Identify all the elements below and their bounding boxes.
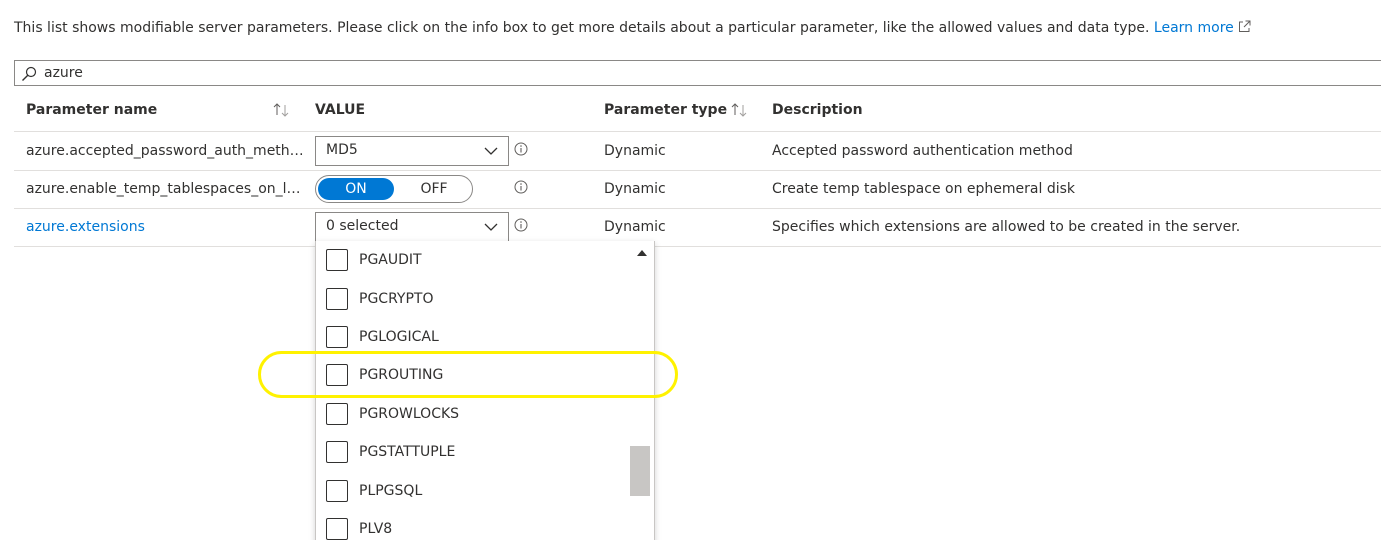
parameter-description: Create temp tablespace on ephemeral disk xyxy=(772,181,1076,197)
option-label: PLPGSQL xyxy=(359,483,423,499)
scroll-up-arrow-icon[interactable] xyxy=(636,249,648,257)
chevron-down-icon xyxy=(484,147,498,155)
search-box[interactable] xyxy=(14,60,1381,86)
info-icon[interactable] xyxy=(514,218,528,232)
list-item[interactable]: PGROWLOCKS xyxy=(326,403,626,429)
list-item[interactable]: PGLOGICAL xyxy=(326,326,626,352)
chevron-down-icon xyxy=(484,223,498,231)
list-item[interactable]: PGCRYPTO xyxy=(326,288,626,314)
checkbox[interactable] xyxy=(326,326,348,348)
option-label: PGROUTING xyxy=(359,367,444,383)
sort-icon[interactable] xyxy=(271,102,291,118)
column-header-parameter-type[interactable]: Parameter type xyxy=(604,102,727,118)
sort-icon[interactable] xyxy=(729,102,749,118)
table-row: azure.accepted_password_auth_method MD5 … xyxy=(14,132,1381,171)
learn-more-link[interactable]: Learn more xyxy=(1154,20,1251,36)
parameter-name: azure.accepted_password_auth_method xyxy=(26,143,304,159)
checkbox[interactable] xyxy=(326,288,348,310)
parameter-name-link[interactable]: azure.extensions xyxy=(26,219,304,235)
list-item[interactable]: PGROUTING xyxy=(326,364,626,390)
external-link-icon xyxy=(1238,20,1251,32)
scrollbar[interactable] xyxy=(628,241,654,540)
list-item[interactable]: PGAUDIT xyxy=(326,249,626,275)
parameter-name: azure.enable_temp_tablespaces_on_lo... xyxy=(26,181,304,197)
intro-description: This list shows modifiable server parame… xyxy=(14,20,1150,36)
column-header-parameter-name[interactable]: Parameter name xyxy=(26,102,157,118)
info-icon[interactable] xyxy=(514,142,528,156)
dropdown-value: 0 selected xyxy=(326,218,399,234)
server-parameters-page: This list shows modifiable server parame… xyxy=(0,0,1381,540)
checkbox[interactable] xyxy=(326,403,348,425)
toggle-off-option[interactable]: OFF xyxy=(400,178,468,200)
checkbox[interactable] xyxy=(326,518,348,540)
option-label: PGAUDIT xyxy=(359,252,422,268)
option-label: PGSTATTUPLE xyxy=(359,444,456,460)
search-input[interactable] xyxy=(44,63,1344,83)
option-label: PGCRYPTO xyxy=(359,291,434,307)
checkbox[interactable] xyxy=(326,364,348,386)
temp-tablespaces-toggle[interactable]: ON OFF xyxy=(315,175,473,203)
list-item[interactable]: PLV8 xyxy=(326,518,626,540)
intro-text: This list shows modifiable server parame… xyxy=(14,20,1251,36)
auth-method-dropdown[interactable]: MD5 xyxy=(315,136,509,166)
info-icon[interactable] xyxy=(514,180,528,194)
list-item[interactable]: PLPGSQL xyxy=(326,480,626,506)
checkbox[interactable] xyxy=(326,249,348,271)
option-label: PGROWLOCKS xyxy=(359,406,460,422)
dropdown-value: MD5 xyxy=(326,142,358,158)
checkbox[interactable] xyxy=(326,441,348,463)
parameter-type: Dynamic xyxy=(604,143,666,159)
search-icon xyxy=(22,66,37,81)
table-row: azure.extensions 0 selected Dynamic Spec… xyxy=(14,208,1381,247)
parameter-description: Specifies which extensions are allowed t… xyxy=(772,219,1241,235)
parameter-description: Accepted password authentication method xyxy=(772,143,1073,159)
scrollbar-thumb[interactable] xyxy=(630,446,650,496)
list-item[interactable]: PGSTATTUPLE xyxy=(326,441,626,467)
table-row: azure.enable_temp_tablespaces_on_lo... O… xyxy=(14,170,1381,209)
checkbox[interactable] xyxy=(326,480,348,502)
toggle-on-option[interactable]: ON xyxy=(318,178,394,200)
extensions-dropdown[interactable]: 0 selected xyxy=(315,212,509,242)
column-header-description: Description xyxy=(772,102,863,118)
parameter-type: Dynamic xyxy=(604,181,666,197)
option-label: PLV8 xyxy=(359,521,393,537)
learn-more-label: Learn more xyxy=(1153,20,1234,36)
table-header: Parameter name VALUE Parameter type Desc… xyxy=(14,90,1381,132)
extensions-listbox[interactable]: PGAUDIT PGCRYPTO PGLOGICAL PGROUTING PGR… xyxy=(315,241,655,540)
column-header-value: VALUE xyxy=(315,102,366,118)
parameter-type: Dynamic xyxy=(604,219,666,235)
option-label: PGLOGICAL xyxy=(359,329,439,345)
